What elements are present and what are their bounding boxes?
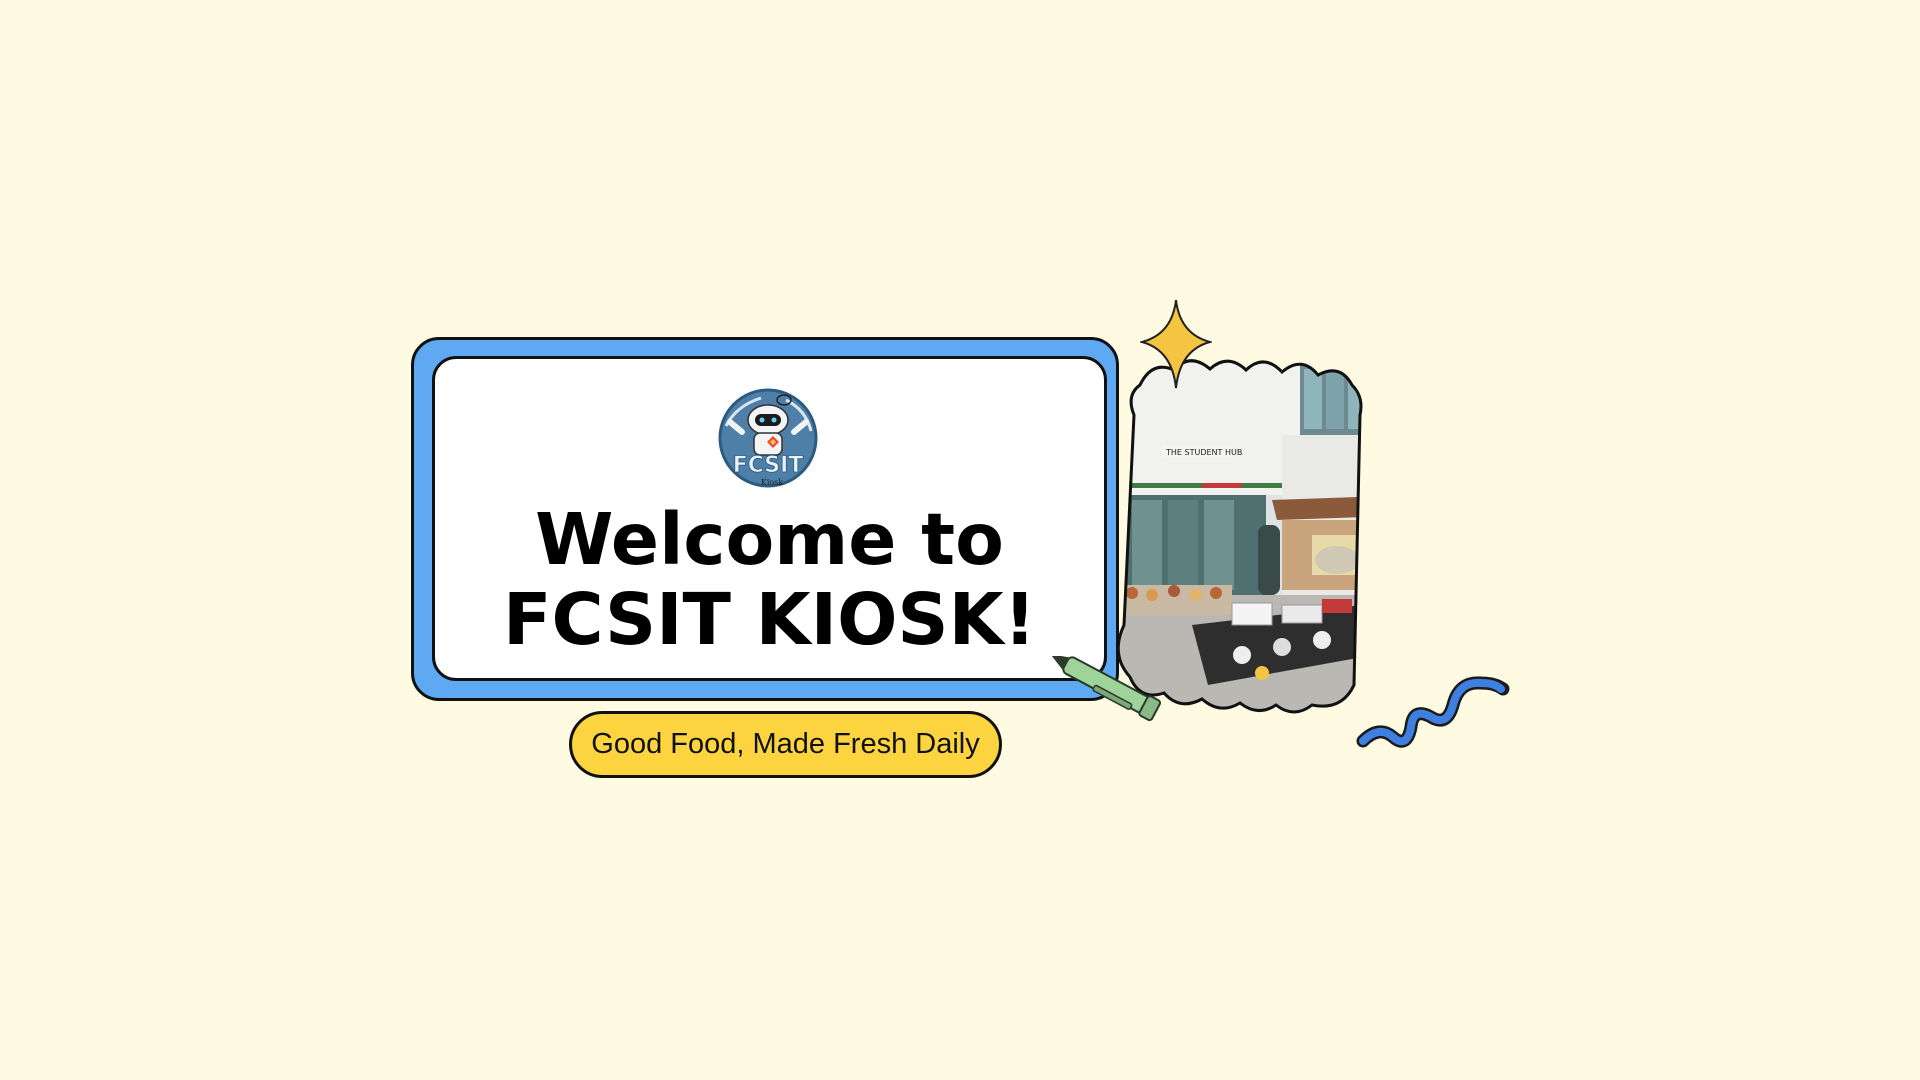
sparkle-icon	[1140, 299, 1212, 389]
title-line-2: FCSIT KIOSK!	[503, 578, 1036, 661]
svg-text:Kiosk: Kiosk	[761, 478, 783, 487]
svg-text:FCSIT: FCSIT	[733, 453, 804, 478]
tagline-text: Good Food, Made Fresh Daily	[591, 728, 980, 760]
svg-text:THE STUDENT HUB: THE STUDENT HUB	[1165, 448, 1242, 457]
squiggle-decoration	[1356, 676, 1510, 748]
title-line-1: Welcome to	[535, 498, 1004, 581]
pen-icon	[1050, 656, 1162, 722]
fcsit-kiosk-logo: FCSIT Kiosk	[718, 388, 818, 488]
page-title: Welcome to FCSIT KIOSK!	[432, 500, 1107, 660]
tagline-badge: Good Food, Made Fresh Daily	[569, 711, 1002, 778]
